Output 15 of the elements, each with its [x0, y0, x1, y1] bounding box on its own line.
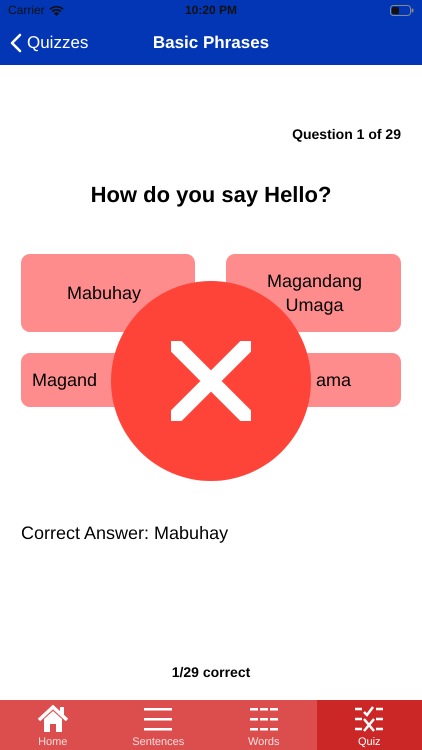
back-button[interactable]: Quizzes — [0, 32, 88, 52]
carrier-label: Carrier — [8, 3, 45, 17]
question-counter: Question 1 of 29 — [292, 126, 401, 142]
question-text: How do you say Hello? — [90, 182, 332, 208]
screen-title: Basic Phrases — [152, 32, 270, 52]
score-text: 1/29 correct — [170, 664, 252, 680]
tab-button[interactable]: Quiz — [316, 700, 422, 750]
checklist-icon — [353, 704, 386, 734]
battery-icon — [390, 4, 414, 16]
chevron-left-icon — [10, 32, 22, 52]
correct-answer-text: Correct Answer: Mabuhay — [21, 523, 230, 544]
home-icon — [36, 704, 69, 734]
status-time: 10:20 PM — [184, 3, 238, 17]
cross-icon — [171, 341, 251, 421]
wifi-icon — [48, 4, 64, 16]
